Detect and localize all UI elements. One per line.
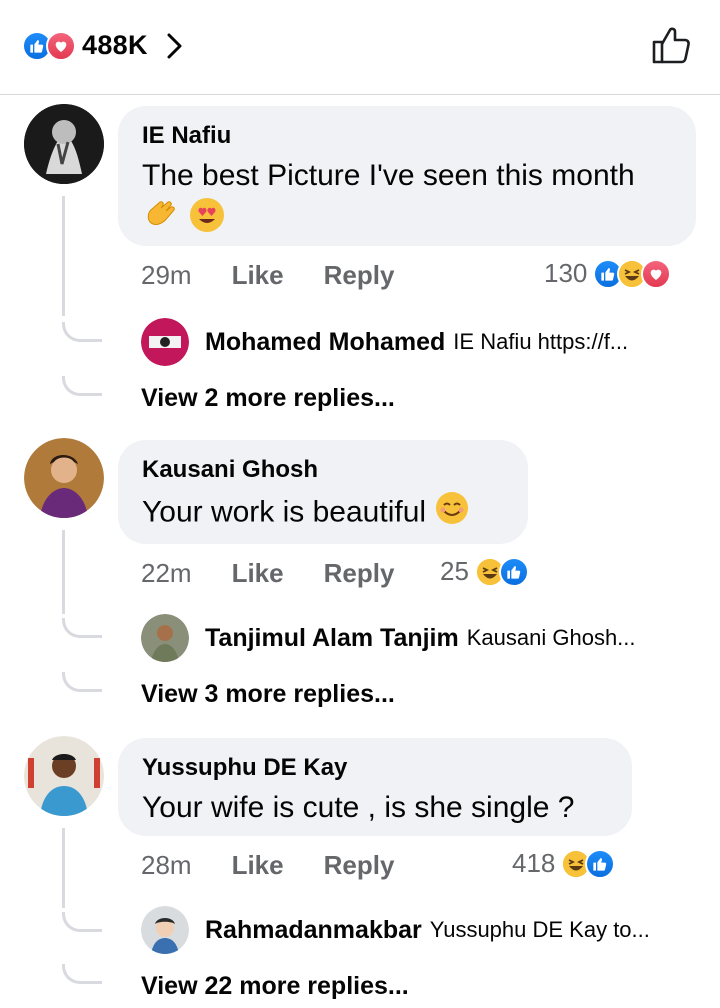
view-more-replies[interactable]: View 22 more replies... <box>141 972 409 1001</box>
thread-connector <box>62 376 102 396</box>
comment-meta: 29m Like Reply <box>141 260 394 291</box>
commenter-avatar[interactable] <box>24 104 104 184</box>
comment-bubble: IE Nafiu The best Picture I've seen this… <box>118 106 696 246</box>
comment-meta: 22m Like Reply <box>141 558 394 589</box>
thread-connector <box>62 964 102 984</box>
thread-line <box>62 530 65 614</box>
thread-line <box>62 196 65 316</box>
commenter-avatar[interactable] <box>24 438 104 518</box>
reply-snippet: Yussuphu DE Kay to... <box>429 917 650 942</box>
clapping-hands-emoji <box>142 196 180 245</box>
comment-text: Your work is beautiful <box>142 490 504 537</box>
heart-eyes-emoji <box>188 196 226 245</box>
comment-time: 22m <box>141 558 192 588</box>
reply-avatar <box>141 318 189 366</box>
comment-bubble: Kausani Ghosh Your work is beautiful <box>118 440 528 544</box>
love-icon <box>46 30 76 61</box>
reply-button[interactable]: Reply <box>324 260 395 291</box>
comment-bubble: Yussuphu DE Kay Your wife is cute , is s… <box>118 738 632 836</box>
thread-line <box>62 828 65 908</box>
reply-snippet: Kausani Ghosh... <box>466 625 636 650</box>
reactions-summary[interactable]: 488K <box>22 30 184 61</box>
comment-author[interactable]: Yussuphu DE Kay <box>142 754 608 782</box>
like-button[interactable]: Like <box>232 260 284 291</box>
comment-time: 29m <box>141 260 192 290</box>
comment-reaction-count[interactable]: 25 <box>440 556 529 587</box>
comment-reaction-count[interactable]: 130 <box>544 258 672 289</box>
comment-reaction-count[interactable]: 418 <box>512 848 616 879</box>
reply-snippet: IE Nafiu https://f... <box>453 329 629 354</box>
commenter-avatar[interactable] <box>24 736 104 816</box>
comment-text: The best Picture I've seen this month <box>142 156 672 245</box>
reply-avatar <box>141 906 189 954</box>
comment-text: Your wife is cute , is she single ? <box>142 791 575 824</box>
comment-time: 28m <box>141 850 192 880</box>
reply-author: Mohamed Mohamed <box>205 327 446 356</box>
reply-button[interactable]: Reply <box>324 558 395 589</box>
like-icon <box>585 848 616 879</box>
smiling-emoji <box>434 490 470 537</box>
thread-connector <box>62 912 102 932</box>
thread-connector <box>62 322 102 342</box>
thread-connector <box>62 672 102 692</box>
like-button[interactable]: Like <box>232 558 284 589</box>
thread-connector <box>62 618 102 638</box>
comment-meta: 28m Like Reply <box>141 850 394 881</box>
reply-author: Tanjimul Alam Tanjim <box>205 623 459 652</box>
like-post-button[interactable] <box>648 24 694 70</box>
reactions-header: 488K <box>0 0 720 95</box>
like-icon <box>498 556 529 587</box>
thumbs-up-outline-icon <box>649 23 693 72</box>
love-icon <box>641 258 672 289</box>
reaction-count: 488K <box>82 30 148 60</box>
like-button[interactable]: Like <box>232 850 284 881</box>
comment-author[interactable]: Kausani Ghosh <box>142 456 504 484</box>
reply-preview[interactable]: Rahmadanmakbar Yussuphu DE Kay to... <box>141 906 650 954</box>
chevron-right-icon[interactable] <box>166 32 184 60</box>
view-more-replies[interactable]: View 2 more replies... <box>141 384 395 413</box>
reply-preview[interactable]: Tanjimul Alam Tanjim Kausani Ghosh... <box>141 614 636 662</box>
reply-author: Rahmadanmakbar <box>205 915 422 944</box>
reply-preview[interactable]: Mohamed Mohamed IE Nafiu https://f... <box>141 318 628 366</box>
reply-avatar <box>141 614 189 662</box>
reply-button[interactable]: Reply <box>324 850 395 881</box>
comment-author[interactable]: IE Nafiu <box>142 122 672 150</box>
view-more-replies[interactable]: View 3 more replies... <box>141 680 395 709</box>
